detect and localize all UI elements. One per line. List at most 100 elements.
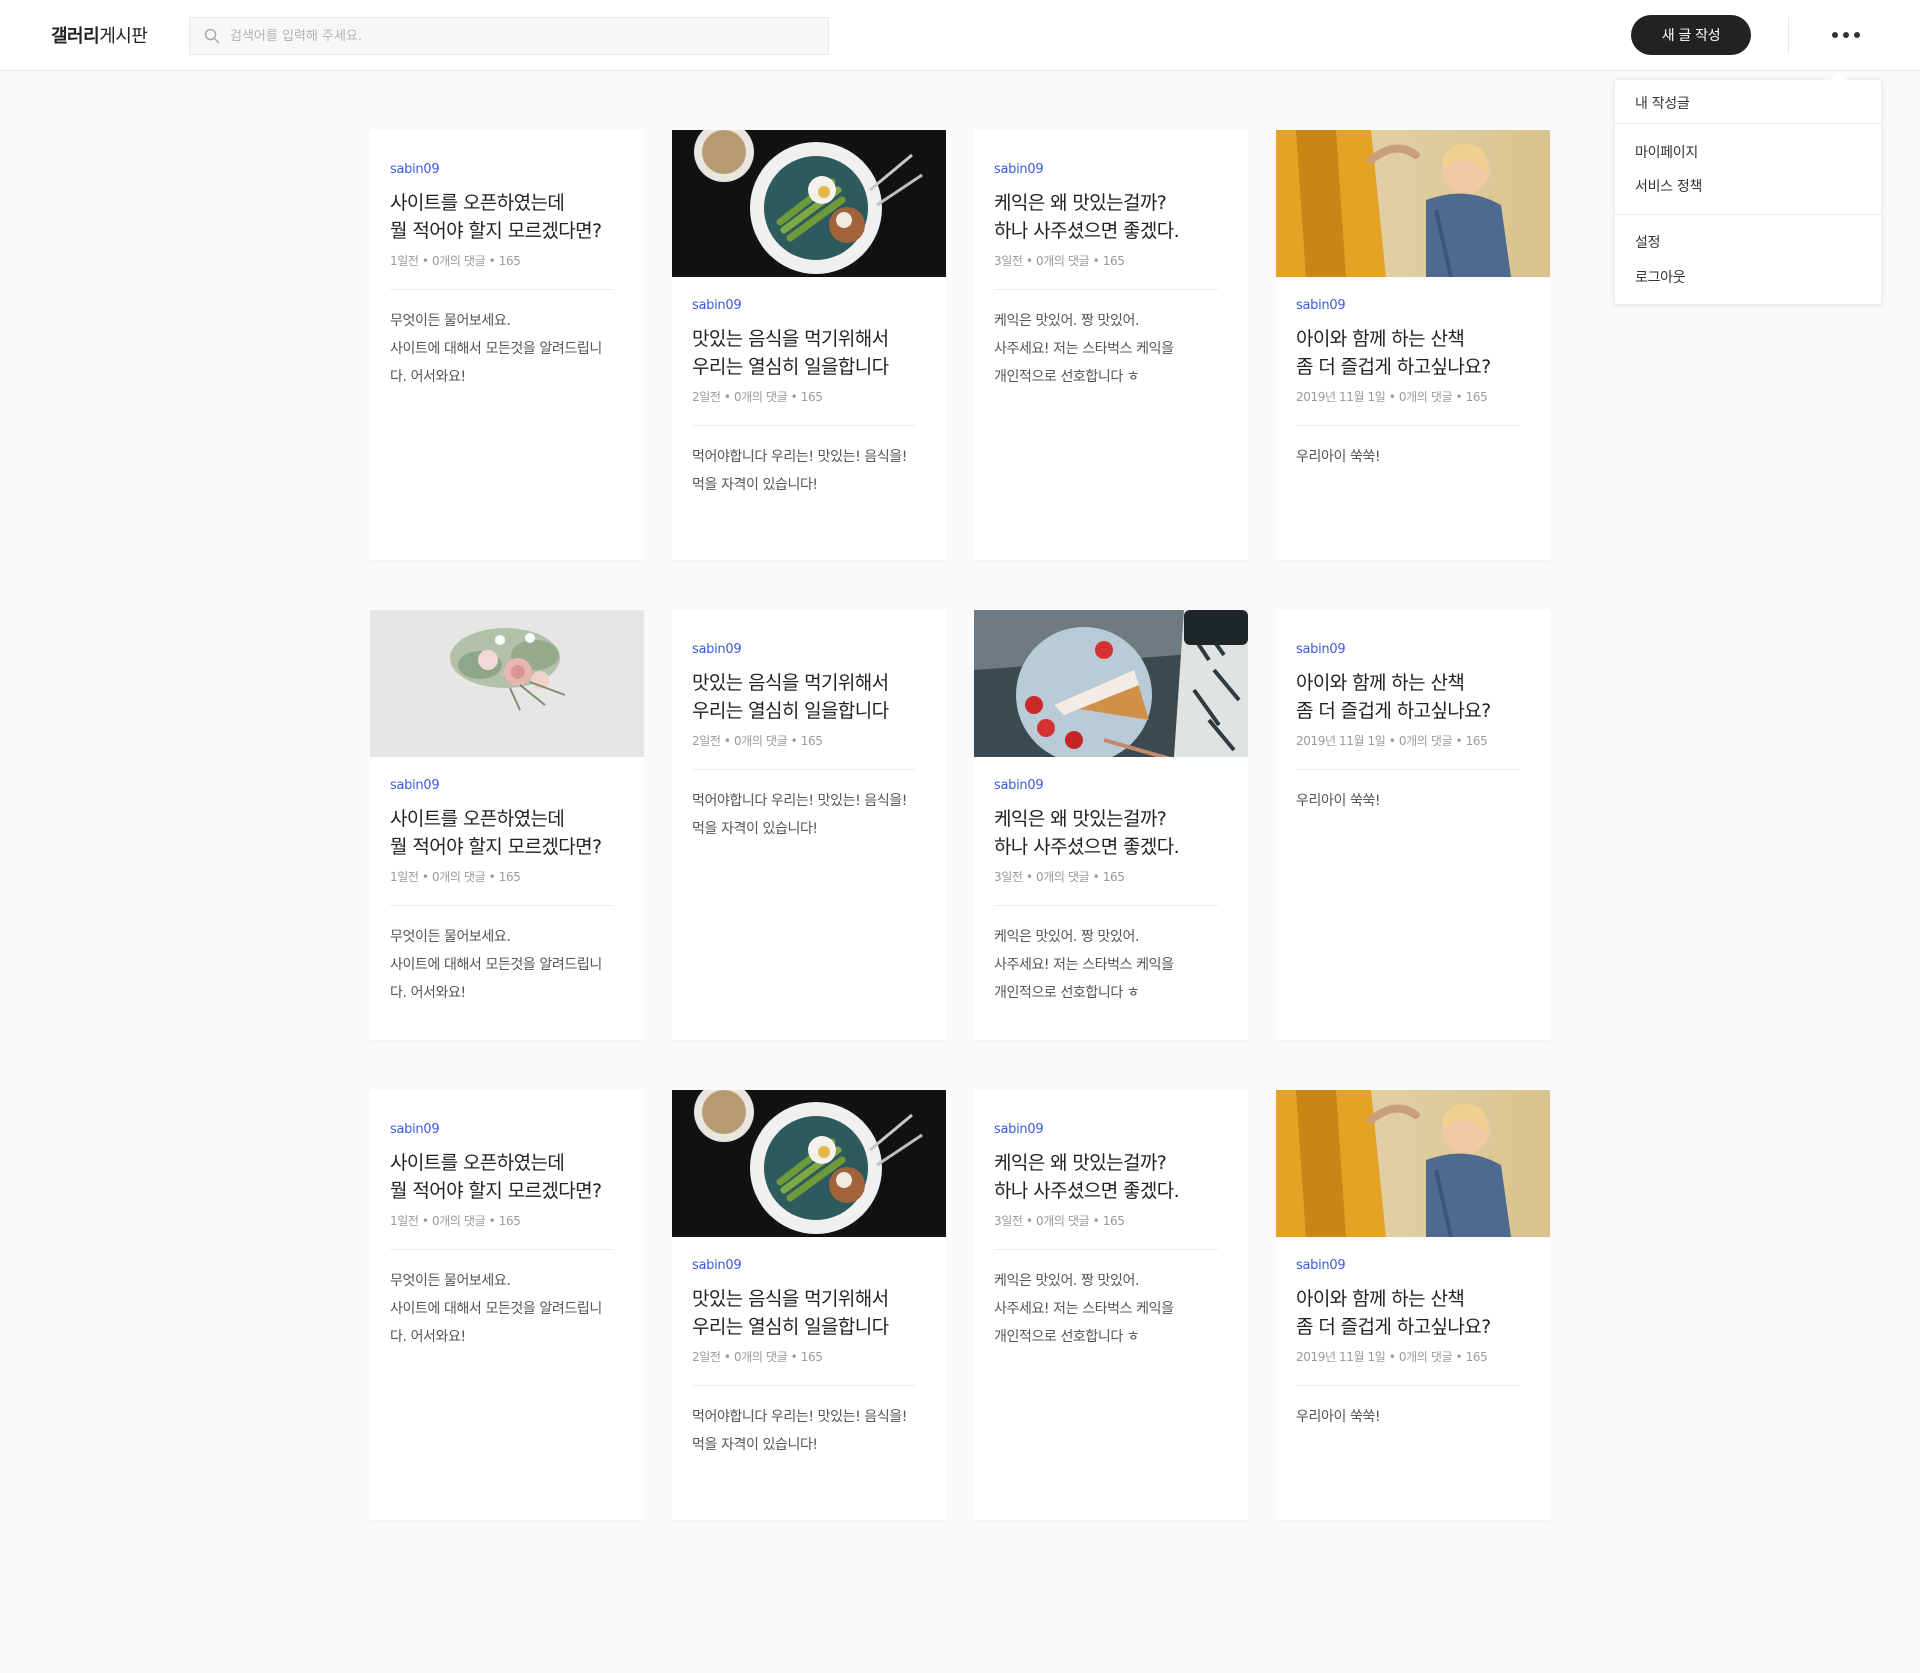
post-card[interactable]: sabin09 맛있는 음식을 먹기위해서 우리는 열심히 일을합니다 2일전 … — [672, 1090, 946, 1520]
post-divider — [1296, 769, 1520, 770]
post-excerpt-line: 개인적으로 선호합니다 ㅎ — [994, 369, 1140, 385]
post-excerpt-line: 먹을 자격이 있습니다! — [692, 1437, 818, 1453]
post-excerpt: 케익은 맛있어. 짱 맛있어. 사주세요! 저는 스타벅스 케익을 개인적으로 … — [994, 1267, 1228, 1351]
post-title-line: 좀 더 즐겁게 하고싶나요? — [1296, 700, 1491, 722]
post-meta: 3일전 • 0개의 댓글 • 165 — [994, 1214, 1125, 1228]
post-author[interactable]: sabin09 — [692, 1256, 926, 1276]
post-title-line: 우리는 열심히 일을합니다 — [692, 700, 889, 722]
post-title-line: 맛있는 음식을 먹기위해서 — [692, 672, 889, 694]
post-card[interactable]: sabin09 아이와 함께 하는 산책 좀 더 즐겁게 하고싶나요? 2019… — [1276, 610, 1550, 1040]
post-card[interactable]: sabin09 맛있는 음식을 먹기위해서 우리는 열심히 일을합니다 2일전 … — [672, 610, 946, 1040]
post-excerpt-line: 개인적으로 선호합니다 ㅎ — [994, 1329, 1140, 1345]
post-card[interactable]: sabin09 사이트를 오픈하였는데 뭘 적어야 할지 모르겠다면? 1일전 … — [370, 130, 644, 560]
post-thumbnail-cake — [974, 610, 1248, 757]
menu-item-my-posts[interactable]: 내 작성글 — [1635, 93, 1690, 113]
post-author[interactable]: sabin09 — [994, 776, 1228, 796]
post-title-line: 좀 더 즐겁게 하고싶나요? — [1296, 356, 1491, 378]
post-title-line: 뭘 적어야 할지 모르겠다면? — [390, 836, 602, 858]
top-header: 갤러리게시판 새 글 작성 — [0, 0, 1920, 71]
more-icon-dot — [1832, 32, 1838, 38]
search-input[interactable] — [230, 28, 810, 44]
post-excerpt: 우리아이 쑥쑥! — [1296, 443, 1530, 471]
post-author[interactable]: sabin09 — [994, 160, 1228, 180]
post-author[interactable]: sabin09 — [390, 776, 624, 796]
menu-item-settings[interactable]: 설정 — [1635, 232, 1660, 252]
post-title-line: 하나 사주셨으면 좋겠다. — [994, 220, 1180, 242]
post-card[interactable]: sabin09 케익은 왜 맛있는걸까? 하나 사주셨으면 좋겠다. 3일전 •… — [974, 1090, 1248, 1520]
post-title-line: 좀 더 즐겁게 하고싶나요? — [1296, 1316, 1491, 1338]
post-title-line: 케익은 왜 맛있는걸까? — [994, 1152, 1167, 1174]
post-excerpt: 무엇이든 물어보세요. 사이트에 대해서 모든것을 알려드립니 다. 어서와요! — [390, 307, 624, 391]
post-meta: 3일전 • 0개의 댓글 • 165 — [994, 870, 1125, 884]
post-title-line: 사이트를 오픈하였는데 — [390, 1152, 565, 1174]
post-card-body: sabin09 케익은 왜 맛있는걸까? 하나 사주셨으면 좋겠다. 3일전 •… — [994, 1120, 1228, 1351]
brand-logo[interactable]: 갤러리게시판 — [51, 22, 148, 48]
post-title: 맛있는 음식을 먹기위해서 우리는 열심히 일을합니다 — [692, 1285, 926, 1341]
dropdown-caret — [1829, 72, 1847, 81]
more-menu-button[interactable] — [1816, 20, 1876, 50]
post-divider — [994, 1249, 1218, 1250]
post-title-line: 우리는 열심히 일을합니다 — [692, 1316, 889, 1338]
post-title-line: 케익은 왜 맛있는걸까? — [994, 192, 1167, 214]
post-title: 케익은 왜 맛있는걸까? 하나 사주셨으면 좋겠다. — [994, 1149, 1228, 1205]
post-excerpt-line: 케익은 맛있어. 짱 맛있어. — [994, 929, 1140, 945]
post-author[interactable]: sabin09 — [692, 296, 926, 316]
new-post-button[interactable]: 새 글 작성 — [1631, 15, 1751, 55]
post-card[interactable]: sabin09 맛있는 음식을 먹기위해서 우리는 열심히 일을합니다 2일전 … — [672, 130, 946, 560]
more-icon-dot — [1854, 32, 1860, 38]
post-meta: 2일전 • 0개의 댓글 • 165 — [692, 734, 823, 748]
post-excerpt-line: 다. 어서와요! — [390, 985, 466, 1001]
search-box[interactable] — [189, 17, 829, 55]
post-card-body: sabin09 맛있는 음식을 먹기위해서 우리는 열심히 일을합니다 2일전 … — [692, 296, 926, 499]
post-excerpt-line: 사이트에 대해서 모든것을 알려드립니 — [390, 957, 602, 973]
post-author[interactable]: sabin09 — [1296, 296, 1530, 316]
post-divider — [390, 1249, 614, 1250]
menu-item-mypage[interactable]: 마이페이지 — [1635, 142, 1698, 162]
post-title-line: 맛있는 음식을 먹기위해서 — [692, 328, 889, 350]
post-card[interactable]: sabin09 케익은 왜 맛있는걸까? 하나 사주셨으면 좋겠다. 3일전 •… — [974, 610, 1248, 1040]
post-divider — [1296, 425, 1520, 426]
post-title: 케익은 왜 맛있는걸까? 하나 사주셨으면 좋겠다. — [994, 805, 1228, 861]
post-excerpt-line: 사주세요! 저는 스타벅스 케익을 — [994, 341, 1174, 357]
post-excerpt-line: 사주세요! 저는 스타벅스 케익을 — [994, 957, 1174, 973]
post-excerpt-line: 사주세요! 저는 스타벅스 케익을 — [994, 1301, 1174, 1317]
post-card[interactable]: sabin09 아이와 함께 하는 산책 좀 더 즐겁게 하고싶나요? 2019… — [1276, 1090, 1550, 1520]
post-author[interactable]: sabin09 — [1296, 640, 1530, 660]
post-title-line: 사이트를 오픈하였는데 — [390, 808, 565, 830]
post-author[interactable]: sabin09 — [1296, 1256, 1530, 1276]
post-card-body: sabin09 아이와 함께 하는 산책 좀 더 즐겁게 하고싶나요? 2019… — [1296, 296, 1530, 471]
post-card-body: sabin09 사이트를 오픈하였는데 뭘 적어야 할지 모르겠다면? 1일전 … — [390, 776, 624, 1007]
post-excerpt-line: 우리아이 쑥쑥! — [1296, 793, 1381, 809]
post-excerpt-line: 개인적으로 선호합니다 ㅎ — [994, 985, 1140, 1001]
post-card[interactable]: sabin09 케익은 왜 맛있는걸까? 하나 사주셨으면 좋겠다. 3일전 •… — [974, 130, 1248, 560]
post-excerpt-line: 먹을 자격이 있습니다! — [692, 821, 818, 837]
post-title-line: 맛있는 음식을 먹기위해서 — [692, 1288, 889, 1310]
post-meta: 1일전 • 0개의 댓글 • 165 — [390, 1214, 521, 1228]
post-author[interactable]: sabin09 — [390, 160, 624, 180]
post-excerpt: 먹어야합니다 우리는! 맛있는! 음식을! 먹을 자격이 있습니다! — [692, 787, 926, 843]
post-card[interactable]: sabin09 사이트를 오픈하였는데 뭘 적어야 할지 모르겠다면? 1일전 … — [370, 1090, 644, 1520]
post-card[interactable]: sabin09 아이와 함께 하는 산책 좀 더 즐겁게 하고싶나요? 2019… — [1276, 130, 1550, 560]
post-excerpt-line: 사이트에 대해서 모든것을 알려드립니 — [390, 341, 602, 357]
post-excerpt-line: 케익은 맛있어. 짱 맛있어. — [994, 313, 1140, 329]
post-title: 아이와 함께 하는 산책 좀 더 즐겁게 하고싶나요? — [1296, 1285, 1530, 1341]
post-author[interactable]: sabin09 — [390, 1120, 624, 1140]
post-excerpt-line: 먹어야합니다 우리는! 맛있는! 음식을! — [692, 793, 907, 809]
post-excerpt-line: 다. 어서와요! — [390, 1329, 466, 1345]
post-title-line: 뭘 적어야 할지 모르겠다면? — [390, 220, 602, 242]
post-card[interactable]: sabin09 사이트를 오픈하였는데 뭘 적어야 할지 모르겠다면? 1일전 … — [370, 610, 644, 1040]
post-title: 아이와 함께 하는 산책 좀 더 즐겁게 하고싶나요? — [1296, 325, 1530, 381]
post-thumbnail-food — [672, 130, 946, 277]
post-author[interactable]: sabin09 — [994, 1120, 1228, 1140]
post-author[interactable]: sabin09 — [692, 640, 926, 660]
post-excerpt-line: 무엇이든 물어보세요. — [390, 929, 511, 945]
post-title: 사이트를 오픈하였는데 뭘 적어야 할지 모르겠다면? — [390, 805, 624, 861]
post-divider — [390, 289, 614, 290]
post-title-line: 아이와 함께 하는 산책 — [1296, 328, 1465, 350]
menu-item-policy[interactable]: 서비스 정책 — [1635, 176, 1702, 196]
post-title: 사이트를 오픈하였는데 뭘 적어야 할지 모르겠다면? — [390, 189, 624, 245]
menu-item-logout[interactable]: 로그아웃 — [1635, 267, 1686, 287]
post-excerpt: 케익은 맛있어. 짱 맛있어. 사주세요! 저는 스타벅스 케익을 개인적으로 … — [994, 307, 1228, 391]
post-card-body: sabin09 아이와 함께 하는 산책 좀 더 즐겁게 하고싶나요? 2019… — [1296, 640, 1530, 815]
menu-divider — [1615, 214, 1881, 215]
